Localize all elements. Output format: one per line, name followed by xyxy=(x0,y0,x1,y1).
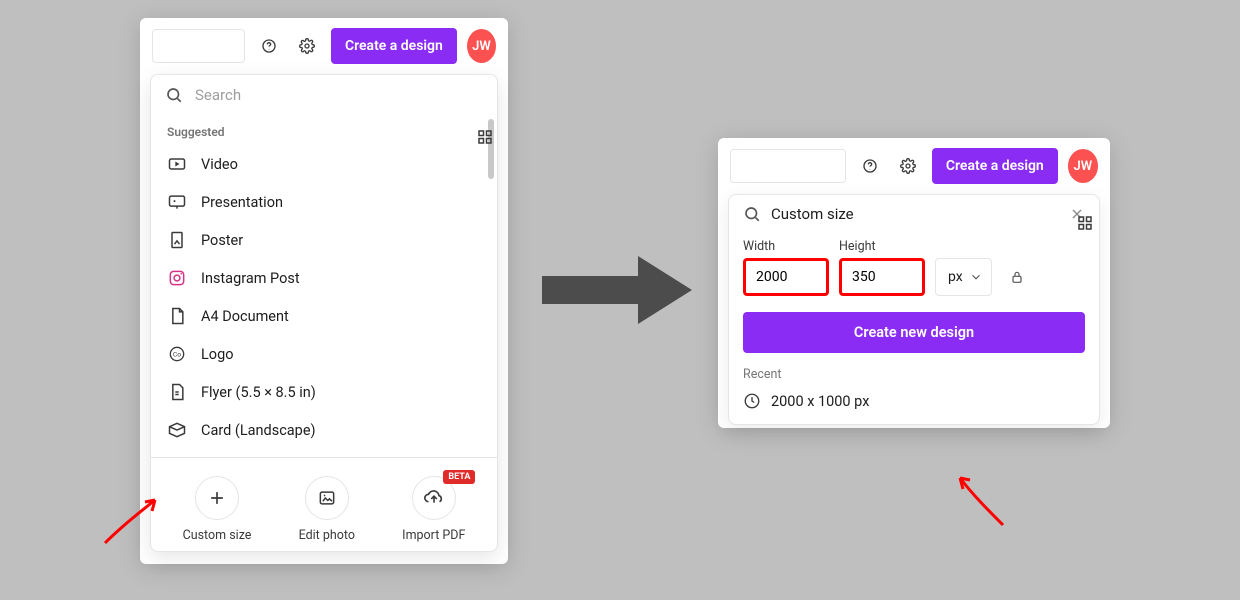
create-new-design-button[interactable]: Create new design xyxy=(743,312,1085,353)
gear-icon xyxy=(299,36,315,56)
gear-icon xyxy=(900,156,916,176)
width-field-group: Width xyxy=(743,239,829,296)
suggestion-label: Card (Landscape) xyxy=(201,422,316,439)
custom-size-tile[interactable]: Custom size xyxy=(183,476,252,543)
search-icon xyxy=(165,86,183,104)
custom-size-header: Custom size xyxy=(743,195,1085,233)
suggestion-facebook[interactable]: Facebook Post xyxy=(151,449,497,457)
width-label: Width xyxy=(743,239,829,254)
edit-photo-tile[interactable]: Edit photo xyxy=(299,476,355,543)
search-icon xyxy=(743,205,761,223)
import-pdf-tile[interactable]: BETA Import PDF xyxy=(402,476,465,543)
create-dropdown: Suggested Video Presentation Poster Inst… xyxy=(150,74,498,552)
beta-badge: BETA xyxy=(443,470,475,484)
poster-icon xyxy=(167,230,187,250)
suggested-heading: Suggested xyxy=(151,115,497,145)
card-icon xyxy=(167,420,187,440)
suggestion-logo[interactable]: Co Logo xyxy=(151,335,497,373)
suggestion-video[interactable]: Video xyxy=(151,145,497,183)
create-design-dropdown-panel: Create a design JW Suggested Video Prese… xyxy=(140,18,508,564)
settings-button[interactable] xyxy=(894,152,922,180)
unit-value: px xyxy=(948,269,963,285)
create-design-button[interactable]: Create a design xyxy=(331,28,457,64)
flow-arrow xyxy=(542,252,692,328)
height-input[interactable] xyxy=(839,258,925,296)
svg-text:Co: Co xyxy=(173,351,181,359)
search-row xyxy=(151,75,497,115)
recent-item[interactable]: 2000 x 1000 px xyxy=(743,392,1085,410)
recent-item-label: 2000 x 1000 px xyxy=(771,393,869,410)
suggestion-label: Logo xyxy=(201,346,234,363)
settings-button[interactable] xyxy=(293,32,321,60)
recent-heading: Recent xyxy=(743,367,1085,382)
topbar: Create a design JW xyxy=(140,18,508,74)
action-label: Edit photo xyxy=(299,528,355,543)
search-input[interactable] xyxy=(193,85,483,105)
suggestion-label: A4 Document xyxy=(201,308,289,325)
create-design-button[interactable]: Create a design xyxy=(932,148,1058,184)
grid-icon xyxy=(476,128,494,146)
bottom-actions: Custom size Edit photo BETA Import PDF xyxy=(151,457,497,551)
cloud-upload-icon xyxy=(423,487,445,509)
height-label: Height xyxy=(839,239,925,254)
custom-size-title: Custom size xyxy=(771,205,1059,223)
arrow-right-icon xyxy=(542,252,692,328)
suggestion-poster[interactable]: Poster xyxy=(151,221,497,259)
presentation-icon xyxy=(167,192,187,212)
view-grid-button[interactable] xyxy=(476,128,494,146)
help-icon xyxy=(862,156,878,176)
grid-icon xyxy=(1076,214,1094,232)
photo-icon xyxy=(317,488,337,508)
avatar[interactable]: JW xyxy=(467,29,496,63)
view-grid-button[interactable] xyxy=(1076,214,1094,232)
document-icon xyxy=(167,306,187,326)
custom-size-body: Custom size Width Height px Create new d xyxy=(728,194,1100,425)
help-button[interactable] xyxy=(856,152,884,180)
unit-select[interactable]: px xyxy=(935,258,992,296)
custom-size-panel: Create a design JW Custom size Width Hei… xyxy=(718,138,1110,428)
dimensions-row: Width Height px xyxy=(743,233,1085,296)
suggestion-instagram[interactable]: Instagram Post xyxy=(151,259,497,297)
flyer-icon xyxy=(167,382,187,402)
avatar[interactable]: JW xyxy=(1068,149,1098,183)
lock-icon xyxy=(1009,269,1025,285)
plus-icon xyxy=(207,488,227,508)
action-label: Custom size xyxy=(183,528,252,543)
suggestion-a4[interactable]: A4 Document xyxy=(151,297,497,335)
workspace-selector[interactable] xyxy=(730,149,846,183)
suggestion-presentation[interactable]: Presentation xyxy=(151,183,497,221)
instagram-icon xyxy=(167,268,187,288)
suggestion-flyer[interactable]: Flyer (5.5 × 8.5 in) xyxy=(151,373,497,411)
suggestion-label: Instagram Post xyxy=(201,270,300,287)
height-field-group: Height xyxy=(839,239,925,296)
help-button[interactable] xyxy=(255,32,283,60)
logo-icon: Co xyxy=(167,344,187,364)
action-label: Import PDF xyxy=(402,528,465,543)
suggestions-scroll: Suggested Video Presentation Poster Inst… xyxy=(151,115,497,457)
video-icon xyxy=(167,154,187,174)
suggestion-label: Flyer (5.5 × 8.5 in) xyxy=(201,384,316,401)
suggestion-card[interactable]: Card (Landscape) xyxy=(151,411,497,449)
width-input[interactable] xyxy=(743,258,829,296)
lock-aspect-button[interactable] xyxy=(1002,258,1032,296)
suggestion-label: Poster xyxy=(201,232,243,249)
workspace-selector[interactable] xyxy=(152,29,245,63)
help-icon xyxy=(261,36,277,56)
suggestion-label: Presentation xyxy=(201,194,283,211)
chevron-down-icon xyxy=(969,270,983,284)
clock-icon xyxy=(743,392,761,410)
topbar: Create a design JW xyxy=(718,138,1110,194)
suggestion-label: Video xyxy=(201,156,238,173)
annotation-arrow-create-new xyxy=(948,470,1018,530)
